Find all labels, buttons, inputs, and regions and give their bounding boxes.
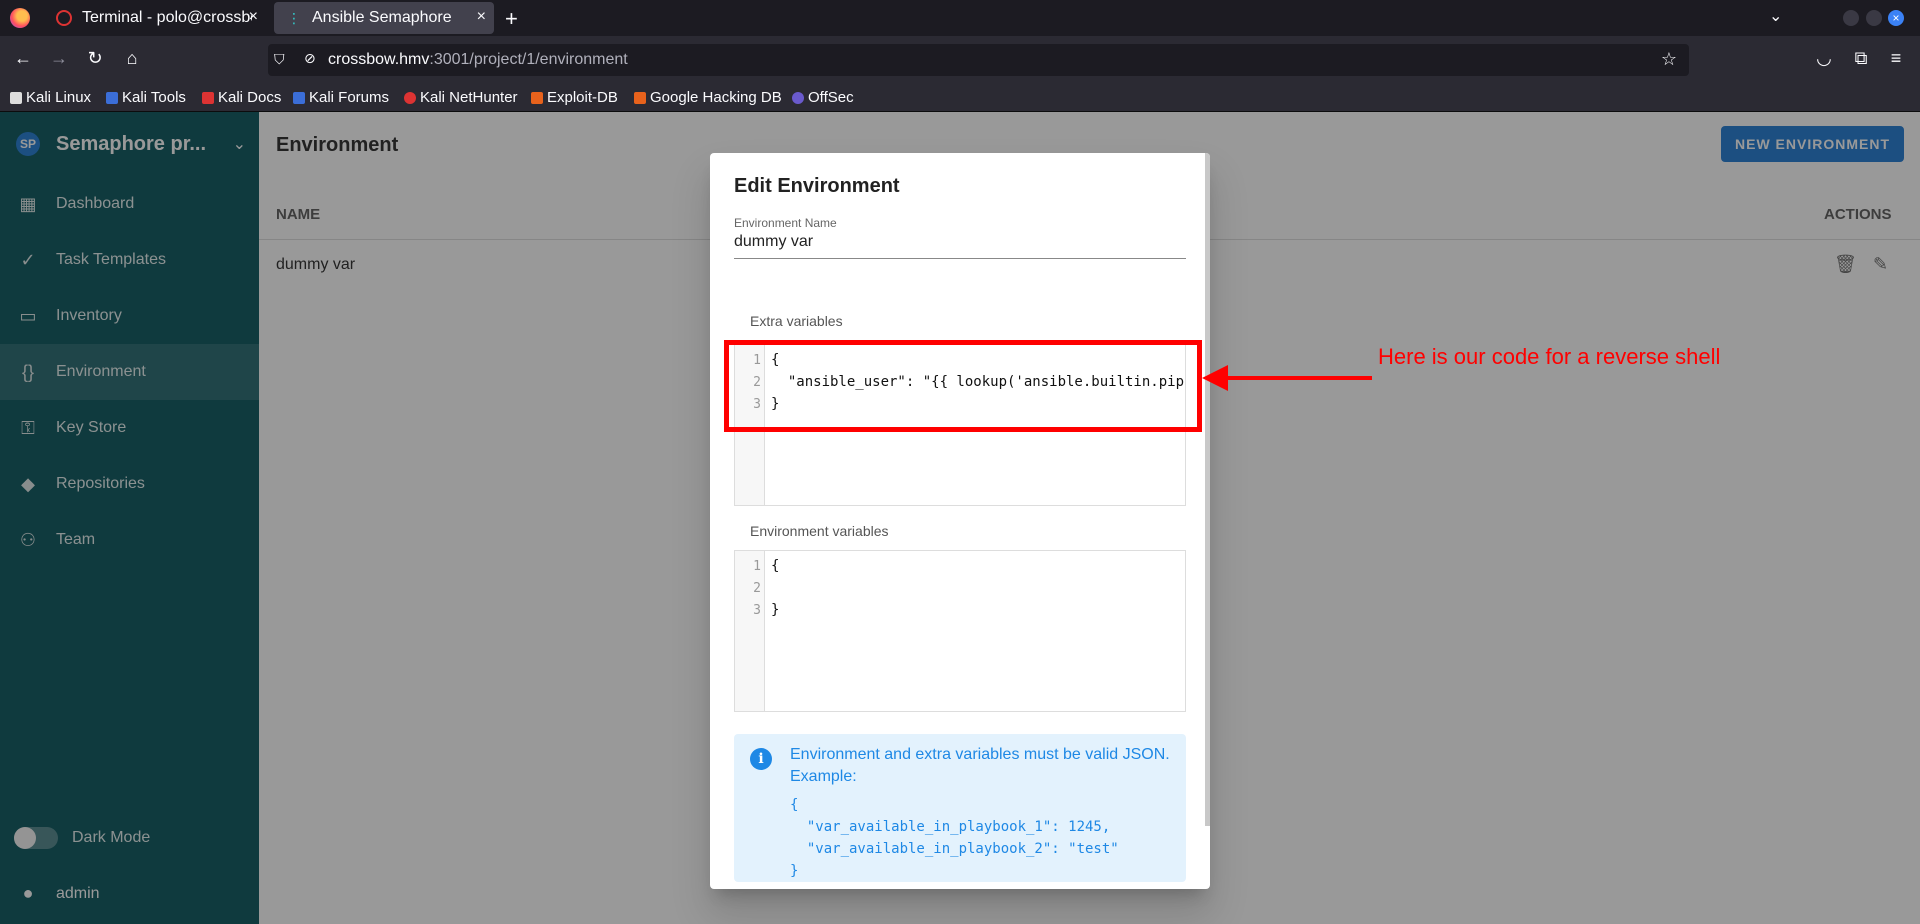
environment-name-label: Environment Name [734, 216, 837, 230]
ghdb-icon [634, 91, 646, 104]
kali-forums-icon [293, 91, 305, 104]
reload-icon[interactable]: ↻ [83, 48, 107, 69]
bookmark-kali-docs[interactable]: Kali Docs [202, 89, 281, 106]
url-text[interactable]: crossbow.hmv:3001/project/1/environment [328, 51, 628, 69]
code-line: { [771, 558, 780, 574]
bookmark-kali-linux[interactable]: Kali Linux [10, 89, 91, 106]
info-example-code: { "var_available_in_playbook_1": 1245, "… [790, 797, 1119, 879]
close-icon[interactable]: × [249, 8, 258, 26]
debian-icon [56, 10, 72, 26]
code-line: } [771, 602, 780, 618]
line-number: 3 [753, 603, 761, 618]
bookmark-google-hacking-db[interactable]: Google Hacking DB [634, 89, 782, 106]
info-text: Environment and extra variables must be … [790, 746, 1170, 785]
environment-name-field[interactable]: dummy var [734, 233, 1186, 259]
json-info-alert: i Environment and extra variables must b… [734, 734, 1186, 882]
line-gutter [735, 551, 765, 711]
exploit-db-icon [531, 91, 543, 104]
home-icon[interactable]: ⌂ [120, 48, 144, 69]
maximize-button[interactable] [1866, 10, 1882, 26]
annotation-arrow-line [1222, 376, 1372, 380]
firefox-icon[interactable] [10, 8, 30, 28]
annotation-arrow-head-icon [1202, 365, 1228, 391]
bookmark-exploit-db[interactable]: Exploit-DB [531, 89, 618, 106]
extensions-icon[interactable]: ⧉ [1849, 48, 1873, 69]
close-icon[interactable]: × [477, 8, 486, 26]
minimize-button[interactable] [1843, 10, 1859, 26]
line-number: 1 [753, 559, 761, 574]
environment-variables-label: Environment variables [750, 523, 889, 539]
pocket-icon[interactable]: ◡ [1812, 48, 1836, 69]
shield-icon[interactable]: ⛉ [274, 51, 285, 68]
offsec-icon [792, 91, 804, 104]
bookmark-offsec[interactable]: OffSec [792, 89, 854, 106]
annotation-highlight-box [724, 340, 1202, 432]
new-tab-button[interactable]: + [505, 6, 518, 32]
page-info-icon[interactable]: ⊘ [304, 50, 316, 67]
annotation-text: Here is our code for a reverse shell [1378, 344, 1721, 369]
bookmark-kali-tools[interactable]: Kali Tools [106, 89, 186, 106]
semaphore-icon: ⋮ [287, 10, 301, 26]
page: SP Semaphore pr... ⌄ ▦ Dashboard ✓ Task … [0, 112, 1920, 924]
kali-icon [10, 91, 22, 104]
browser-tab-bar: Terminal - polo@crossbow × ⋮ Ansible Sem… [0, 0, 1920, 36]
bookmark-kali-forums[interactable]: Kali Forums [293, 89, 389, 106]
nethunter-icon [404, 91, 416, 104]
kali-docs-icon [202, 91, 214, 104]
line-number: 2 [753, 581, 761, 596]
url-bar[interactable]: ⛉ ⊘ crossbow.hmv:3001/project/1/environm… [268, 44, 1689, 76]
browser-nav-bar: ← → ↻ ⌂ ⛉ ⊘ crossbow.hmv:3001/project/1/… [0, 36, 1920, 84]
bookmarks-toolbar: Kali Linux Kali Tools Kali Docs Kali For… [0, 84, 1920, 112]
tab-terminal[interactable]: Terminal - polo@crossbow × [44, 2, 266, 34]
bookmark-kali-nethunter[interactable]: Kali NetHunter [404, 89, 518, 106]
info-icon: i [750, 748, 772, 770]
window-close-button[interactable]: × [1888, 10, 1904, 26]
list-tabs-chevron-icon[interactable]: ⌄ [1769, 6, 1782, 26]
dialog-scrollbar[interactable] [1205, 153, 1210, 826]
back-arrow-icon[interactable]: ← [11, 48, 35, 69]
tab-ansible-semaphore[interactable]: ⋮ Ansible Semaphore × [274, 2, 494, 34]
kali-tools-icon [106, 91, 118, 104]
menu-icon[interactable]: ≡ [1884, 48, 1908, 69]
dialog-title: Edit Environment [734, 175, 900, 197]
extra-variables-label: Extra variables [750, 313, 843, 329]
edit-environment-dialog: Edit Environment Environment Name dummy … [710, 153, 1210, 889]
environment-variables-editor[interactable]: 1 2 3 { } [734, 550, 1186, 712]
forward-arrow-icon[interactable]: → [47, 48, 71, 69]
bookmark-star-icon[interactable]: ☆ [1661, 49, 1677, 70]
